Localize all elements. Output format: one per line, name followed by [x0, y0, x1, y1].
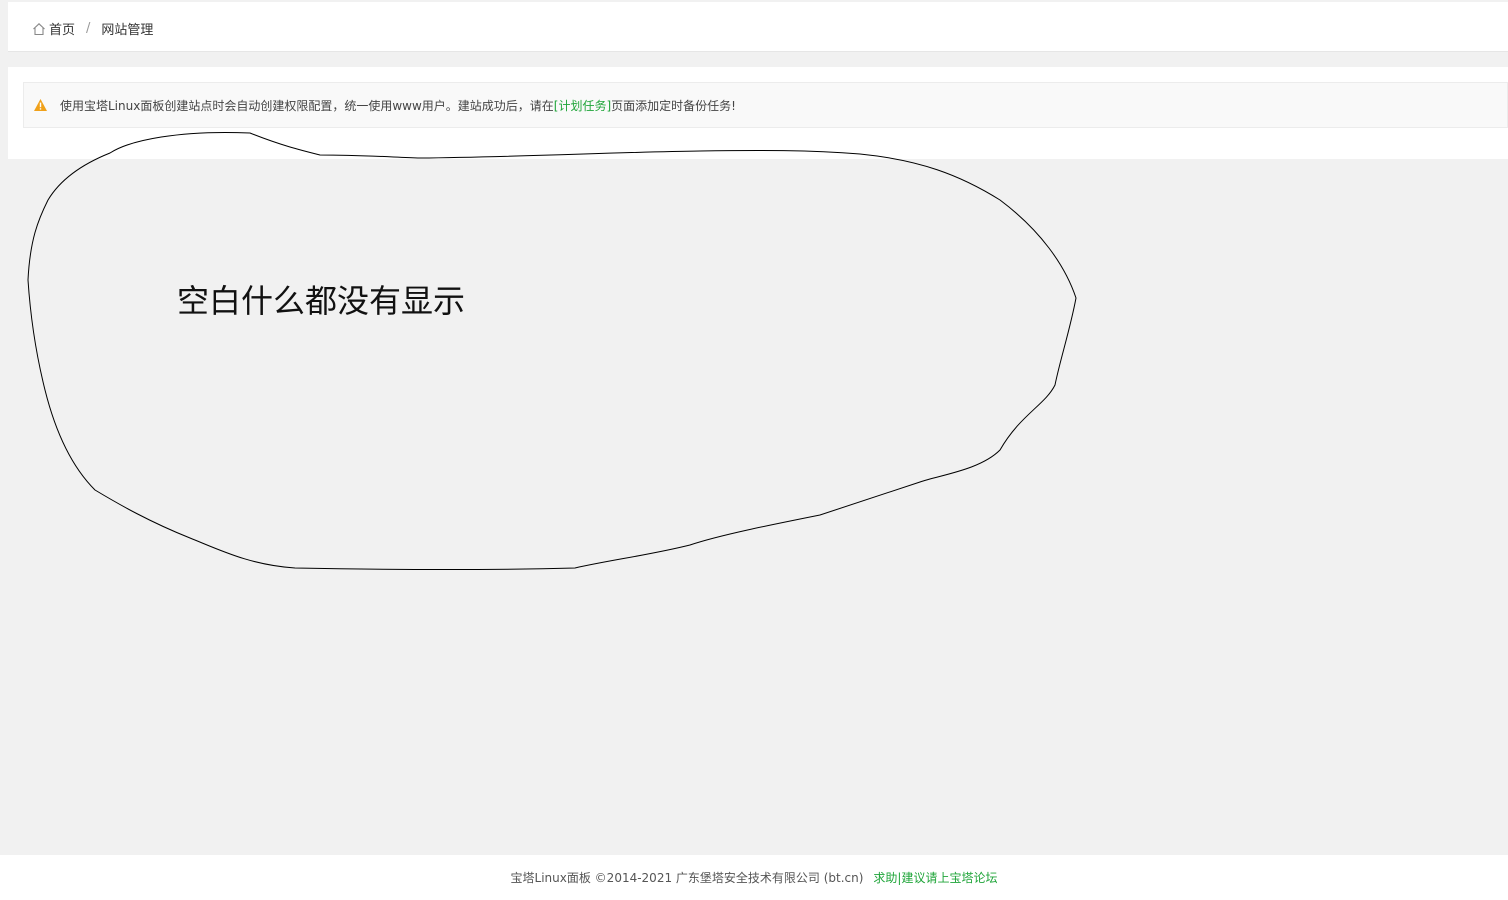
breadcrumb-home-link[interactable]: 首页 — [49, 19, 75, 38]
breadcrumb: 首页 / 网站管理 — [32, 19, 153, 38]
notice-banner: 使用宝塔Linux面板创建站点时会自动创建权限配置，统一使用www用户。建站成功… — [23, 82, 1508, 128]
home-icon[interactable] — [32, 22, 46, 36]
forum-link[interactable]: 求助|建议请上宝塔论坛 — [873, 869, 997, 886]
warning-triangle-icon — [33, 98, 48, 112]
site-panel: 使用宝塔Linux面板创建站点时会自动创建权限配置，统一使用www用户。建站成功… — [8, 67, 1508, 159]
notice-text-before: 使用宝塔Linux面板创建站点时会自动创建权限配置，统一使用www用户。建站成功… — [60, 98, 554, 113]
cron-task-link[interactable]: [计划任务] — [554, 97, 611, 114]
footer: 宝塔Linux面板 ©2014-2021 广东堡塔安全技术有限公司 (bt.cn… — [0, 855, 1508, 900]
notice-text-after: 页面添加定时备份任务! — [611, 98, 736, 113]
breadcrumb-current: 网站管理 — [101, 23, 154, 38]
top-breadcrumb-bar: 首页 / 网站管理 — [8, 2, 1508, 52]
breadcrumb-separator: / — [86, 21, 91, 36]
footer-copyright: 宝塔Linux面板 ©2014-2021 广东堡塔安全技术有限公司 (bt.cn… — [510, 871, 864, 885]
annotation-text: 空白什么都没有显示 — [177, 282, 466, 320]
